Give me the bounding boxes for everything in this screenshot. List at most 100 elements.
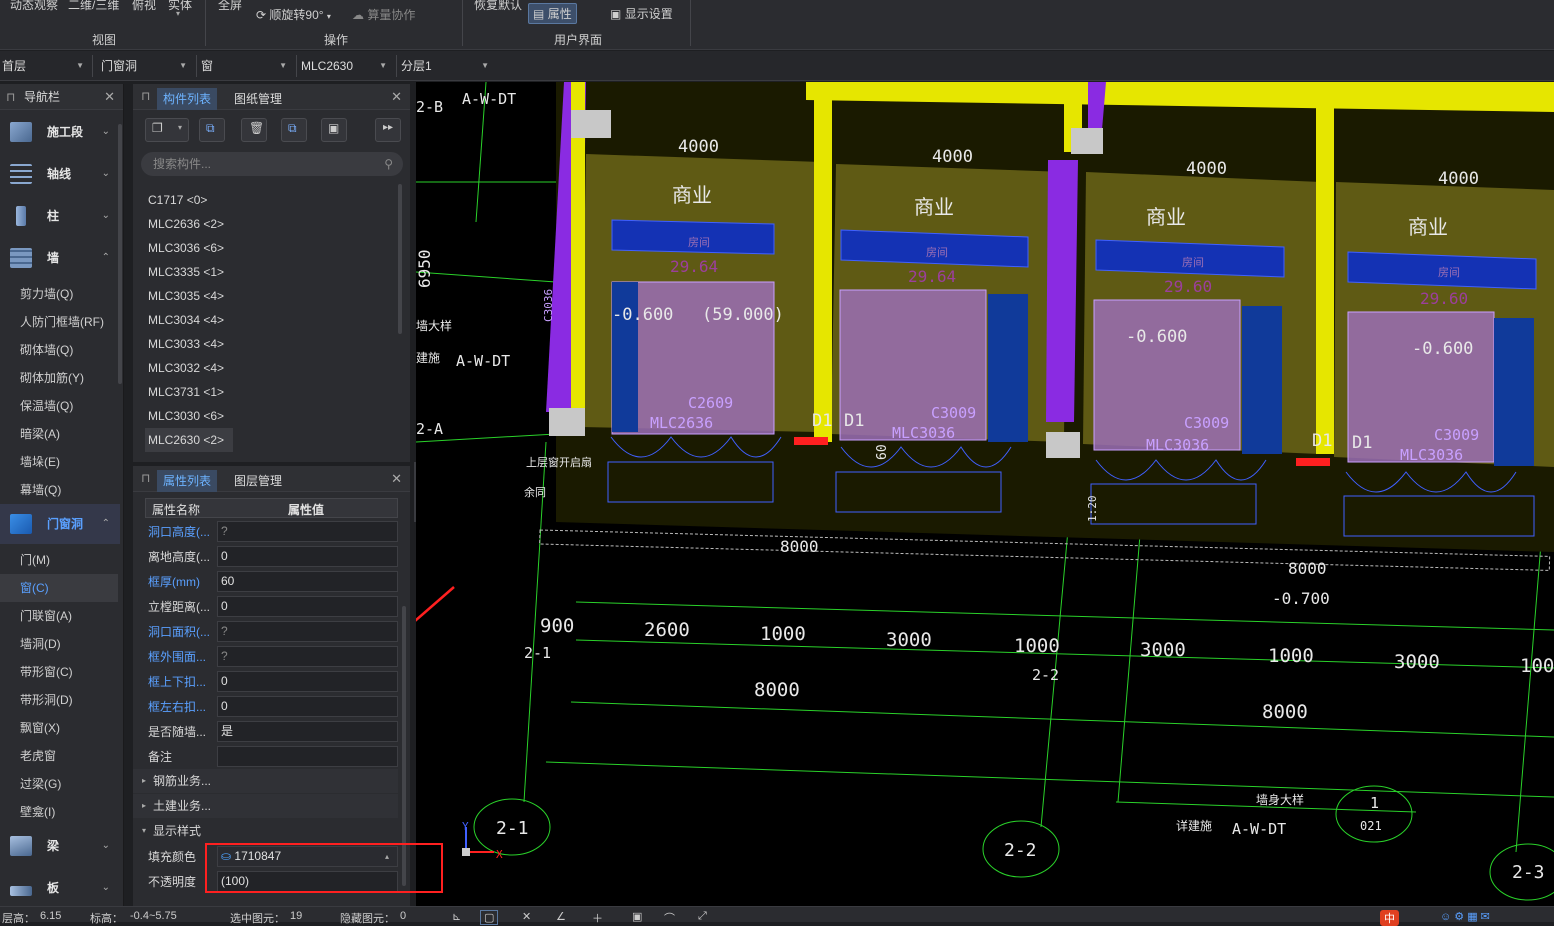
save-component-button[interactable]: ▣ <box>321 118 347 142</box>
cad-drawing[interactable]: A-W-DT 2-B A-W-DT 2-A 4000 4000 4000 400… <box>416 82 1554 906</box>
tab-drawing-management[interactable]: 图纸管理 <box>228 88 288 110</box>
property-value-field[interactable]: ? <box>217 521 398 542</box>
2d-3d-button[interactable]: 二维/三维 <box>68 0 119 13</box>
nav-category-construction-stage[interactable]: 施工段 ⌄ <box>0 112 120 152</box>
nav-wall-item[interactable]: 暗梁(A) <box>0 420 118 448</box>
fullscreen-button[interactable]: 全屏 <box>218 0 242 13</box>
property-value-field[interactable]: ? <box>217 621 398 642</box>
nav-door-item[interactable]: 窗(C) <box>0 574 118 602</box>
close-icon[interactable]: ✕ <box>391 471 402 487</box>
tab-property-list[interactable]: 属性列表 <box>157 470 218 492</box>
component-list-item[interactable]: MLC3034 <4> <box>145 308 233 332</box>
property-value-field[interactable]: 0 <box>217 671 398 692</box>
nav-door-item[interactable]: 带形洞(D) <box>0 686 118 714</box>
display-settings-button[interactable]: ▣ 显示设置 <box>610 5 673 22</box>
nav-scrollbar[interactable] <box>118 124 122 384</box>
section-civil[interactable]: ▸ 土建业务... <box>133 794 398 818</box>
plus-icon[interactable]: ＋ <box>592 910 603 926</box>
ime-indicator[interactable]: 中 <box>1380 910 1399 926</box>
category-select[interactable]: 门窗洞 ▼ <box>101 55 193 77</box>
nav-category-beam[interactable]: 梁 ⌄ <box>0 826 120 866</box>
nav-category-label: 柱 <box>47 209 60 223</box>
close-icon[interactable]: ✕ <box>104 84 115 110</box>
screen-icon[interactable]: ▣ <box>632 910 642 923</box>
component-list-item[interactable]: MLC2636 <2> <box>145 212 233 236</box>
nav-door-item[interactable]: 门联窗(A) <box>0 602 118 630</box>
nav-category-column[interactable]: 柱 ⌄ <box>0 196 120 236</box>
nav-door-item[interactable]: 墙洞(D) <box>0 630 118 658</box>
component-list-item[interactable]: MLC3036 <6> <box>145 236 233 260</box>
dim-row1: 8000 <box>780 537 819 556</box>
pin-icon[interactable]: ⊓ <box>141 471 150 485</box>
pin-icon[interactable]: ⊓ <box>141 89 150 103</box>
ortho-icon[interactable]: ⊾ <box>452 910 461 923</box>
close-icon[interactable]: ✕ <box>391 89 402 105</box>
expand-icon[interactable]: ⤢ <box>698 910 707 923</box>
snap-icon[interactable]: ▢ <box>480 910 499 925</box>
cross-icon[interactable]: ✕ <box>522 910 531 923</box>
property-name: 框厚(mm) <box>148 575 200 589</box>
component-list-item[interactable]: MLC3335 <1> <box>145 260 233 284</box>
floor-select[interactable]: 首层 ▼ <box>2 55 90 77</box>
nav-door-item[interactable]: 壁龛(I) <box>0 798 118 826</box>
solid-dropdown-icon[interactable]: ▾ <box>176 9 180 18</box>
nav-wall-item[interactable]: 剪力墙(Q) <box>0 280 118 308</box>
type-select[interactable]: 窗 ▼ <box>201 55 293 77</box>
nav-category-door-window[interactable]: 门窗洞 ⌃ <box>0 504 120 544</box>
section-rebar[interactable]: ▸ 钢筋业务... <box>133 769 398 793</box>
component-list-item[interactable]: MLC3033 <4> <box>145 332 233 356</box>
copy-button[interactable]: ⧉ <box>199 118 225 142</box>
nav-wall-item[interactable]: 幕墙(Q) <box>0 476 118 504</box>
property-value-field[interactable]: 0 <box>217 596 398 617</box>
top-view-button[interactable]: 俯视 <box>132 0 156 13</box>
nav-door-item[interactable]: 老虎窗 <box>0 742 118 770</box>
more-tools-button[interactable]: ▸▸ <box>375 118 401 142</box>
orbit-button[interactable]: 动态观察 <box>10 0 58 13</box>
component-list-item[interactable]: MLC3035 <4> <box>145 284 233 308</box>
nav-door-item[interactable]: 门(M) <box>0 546 118 574</box>
component-list-item[interactable]: MLC3032 <4> <box>145 356 233 380</box>
property-value-field[interactable]: 是 <box>217 721 398 742</box>
nav-category-slab[interactable]: 板 ⌄ <box>0 868 120 908</box>
tab-layer-management[interactable]: 图层管理 <box>228 470 288 492</box>
nav-wall-item[interactable]: 砌体加筋(Y) <box>0 364 118 392</box>
component-list-item[interactable]: C1717 <0> <box>145 188 233 212</box>
nav-wall-item[interactable]: 人防门框墙(RF) <box>0 308 118 336</box>
ime-tools-icon[interactable]: ☺ ⚙ ▦ ✉ <box>1440 910 1490 923</box>
drawing-canvas[interactable]: A-W-DT 2-B A-W-DT 2-A 4000 4000 4000 400… <box>416 82 1554 906</box>
angle-icon[interactable]: ∠ <box>556 910 566 923</box>
dim-row2: 1000 <box>1268 645 1314 667</box>
properties-toggle[interactable]: ▤ 属性 <box>528 3 577 24</box>
pin-icon[interactable]: ⊓ <box>6 84 15 110</box>
nav-wall-item[interactable]: 砌体墙(Q) <box>0 336 118 364</box>
component-search-input[interactable]: 搜索构件... ⚲ <box>141 152 403 176</box>
layer-select[interactable]: 分层1 ▼ <box>401 55 495 77</box>
property-value-field[interactable]: 0 <box>217 696 398 717</box>
nav-door-item[interactable]: 过梁(G) <box>0 770 118 798</box>
component-list-item[interactable]: MLC3030 <6> <box>145 404 233 428</box>
property-value-field[interactable] <box>217 746 398 767</box>
beam-icon <box>10 836 32 856</box>
property-value-field[interactable]: 0 <box>217 546 398 567</box>
component-select[interactable]: MLC2630 ▼ <box>301 55 393 77</box>
component-list-item[interactable]: MLC2630 <2> <box>145 428 233 452</box>
property-value-field[interactable]: 60 <box>217 571 398 592</box>
arc-icon[interactable]: ⌒ <box>664 910 675 926</box>
property-value-field[interactable]: ? <box>217 646 398 667</box>
nav-category-wall[interactable]: 墙 ⌃ <box>0 238 120 278</box>
new-component-button[interactable]: ❐ ▾ <box>145 118 189 142</box>
component-list-item[interactable]: MLC3731 <1> <box>145 380 233 404</box>
copy-layer-button[interactable]: ⧉ <box>281 118 307 142</box>
section-display-style[interactable]: ▾ 显示样式 <box>133 819 398 843</box>
restore-default-button[interactable]: 恢复默认 <box>474 0 522 13</box>
nav-door-item[interactable]: 带形窗(C) <box>0 658 118 686</box>
nav-wall-item[interactable]: 墙垛(E) <box>0 448 118 476</box>
nav-door-item[interactable]: 飘窗(X) <box>0 714 118 742</box>
nav-wall-item[interactable]: 保温墙(Q) <box>0 392 118 420</box>
nav-category-axis[interactable]: 轴线 ⌄ <box>0 154 120 194</box>
cloud-collab-button[interactable]: ☁ 算量协作 <box>352 6 415 23</box>
rotate-button[interactable]: ⟳ 顺旋转90° ▾ <box>256 6 331 23</box>
delete-button[interactable]: 🗑 <box>241 118 267 142</box>
component-scrollbar[interactable] <box>398 184 402 334</box>
tab-component-list[interactable]: 构件列表 <box>157 88 218 110</box>
